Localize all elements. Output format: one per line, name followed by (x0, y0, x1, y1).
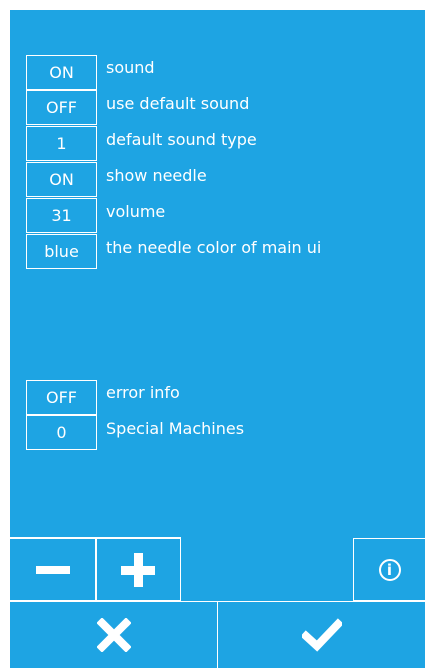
checkmark-icon (301, 618, 342, 652)
setting-row-sound: ON sound (26, 54, 321, 90)
cancel-button[interactable] (10, 602, 218, 668)
info-glyph: i (386, 560, 393, 579)
show-needle-value[interactable]: ON (26, 161, 97, 197)
setting-row-needle-color: blue the needle color of main ui (26, 233, 322, 270)
default-sound-type-label: default sound type (106, 129, 257, 149)
settings-screen: ON sound OFF use default sound 1 default… (10, 10, 425, 668)
info-button[interactable]: i (353, 538, 425, 601)
default-sound-type-value[interactable]: 1 (26, 125, 97, 161)
use-default-sound-label: use default sound (106, 93, 250, 113)
use-default-sound-value[interactable]: OFF (26, 89, 97, 125)
volume-label: volume (106, 201, 166, 221)
error-info-label: error info (106, 382, 180, 402)
setting-row-show-needle: ON show needle (26, 161, 321, 198)
special-machines-label: Special Machines (106, 418, 245, 438)
sound-value[interactable]: ON (26, 54, 97, 90)
settings-group-sound: ON sound OFF use default sound 1 default… (26, 54, 321, 270)
special-machines-value[interactable]: 0 (26, 414, 97, 450)
decrement-button[interactable] (10, 538, 97, 601)
show-needle-label: show needle (106, 165, 207, 185)
increment-button[interactable] (95, 538, 181, 601)
minus-icon (36, 565, 70, 574)
setting-row-use-default-sound: OFF use default sound (26, 89, 321, 126)
confirm-button[interactable] (218, 602, 425, 668)
setting-row-special-machines: 0 Special Machines (26, 414, 245, 451)
needle-color-value[interactable]: blue (26, 233, 97, 269)
action-bar (10, 601, 425, 668)
info-icon: i (378, 558, 401, 581)
needle-color-label: the needle color of main ui (106, 237, 322, 257)
volume-value[interactable]: 31 (26, 197, 97, 233)
setting-row-volume: 31 volume (26, 197, 321, 234)
close-icon (96, 618, 131, 652)
setting-row-default-sound-type: 1 default sound type (26, 125, 321, 162)
sound-label: sound (106, 57, 155, 77)
error-info-value[interactable]: OFF (26, 379, 97, 415)
plus-icon (121, 552, 155, 587)
setting-row-error-info: OFF error info (26, 379, 244, 415)
settings-group-machine: OFF error info 0 Special Machines (26, 379, 244, 451)
